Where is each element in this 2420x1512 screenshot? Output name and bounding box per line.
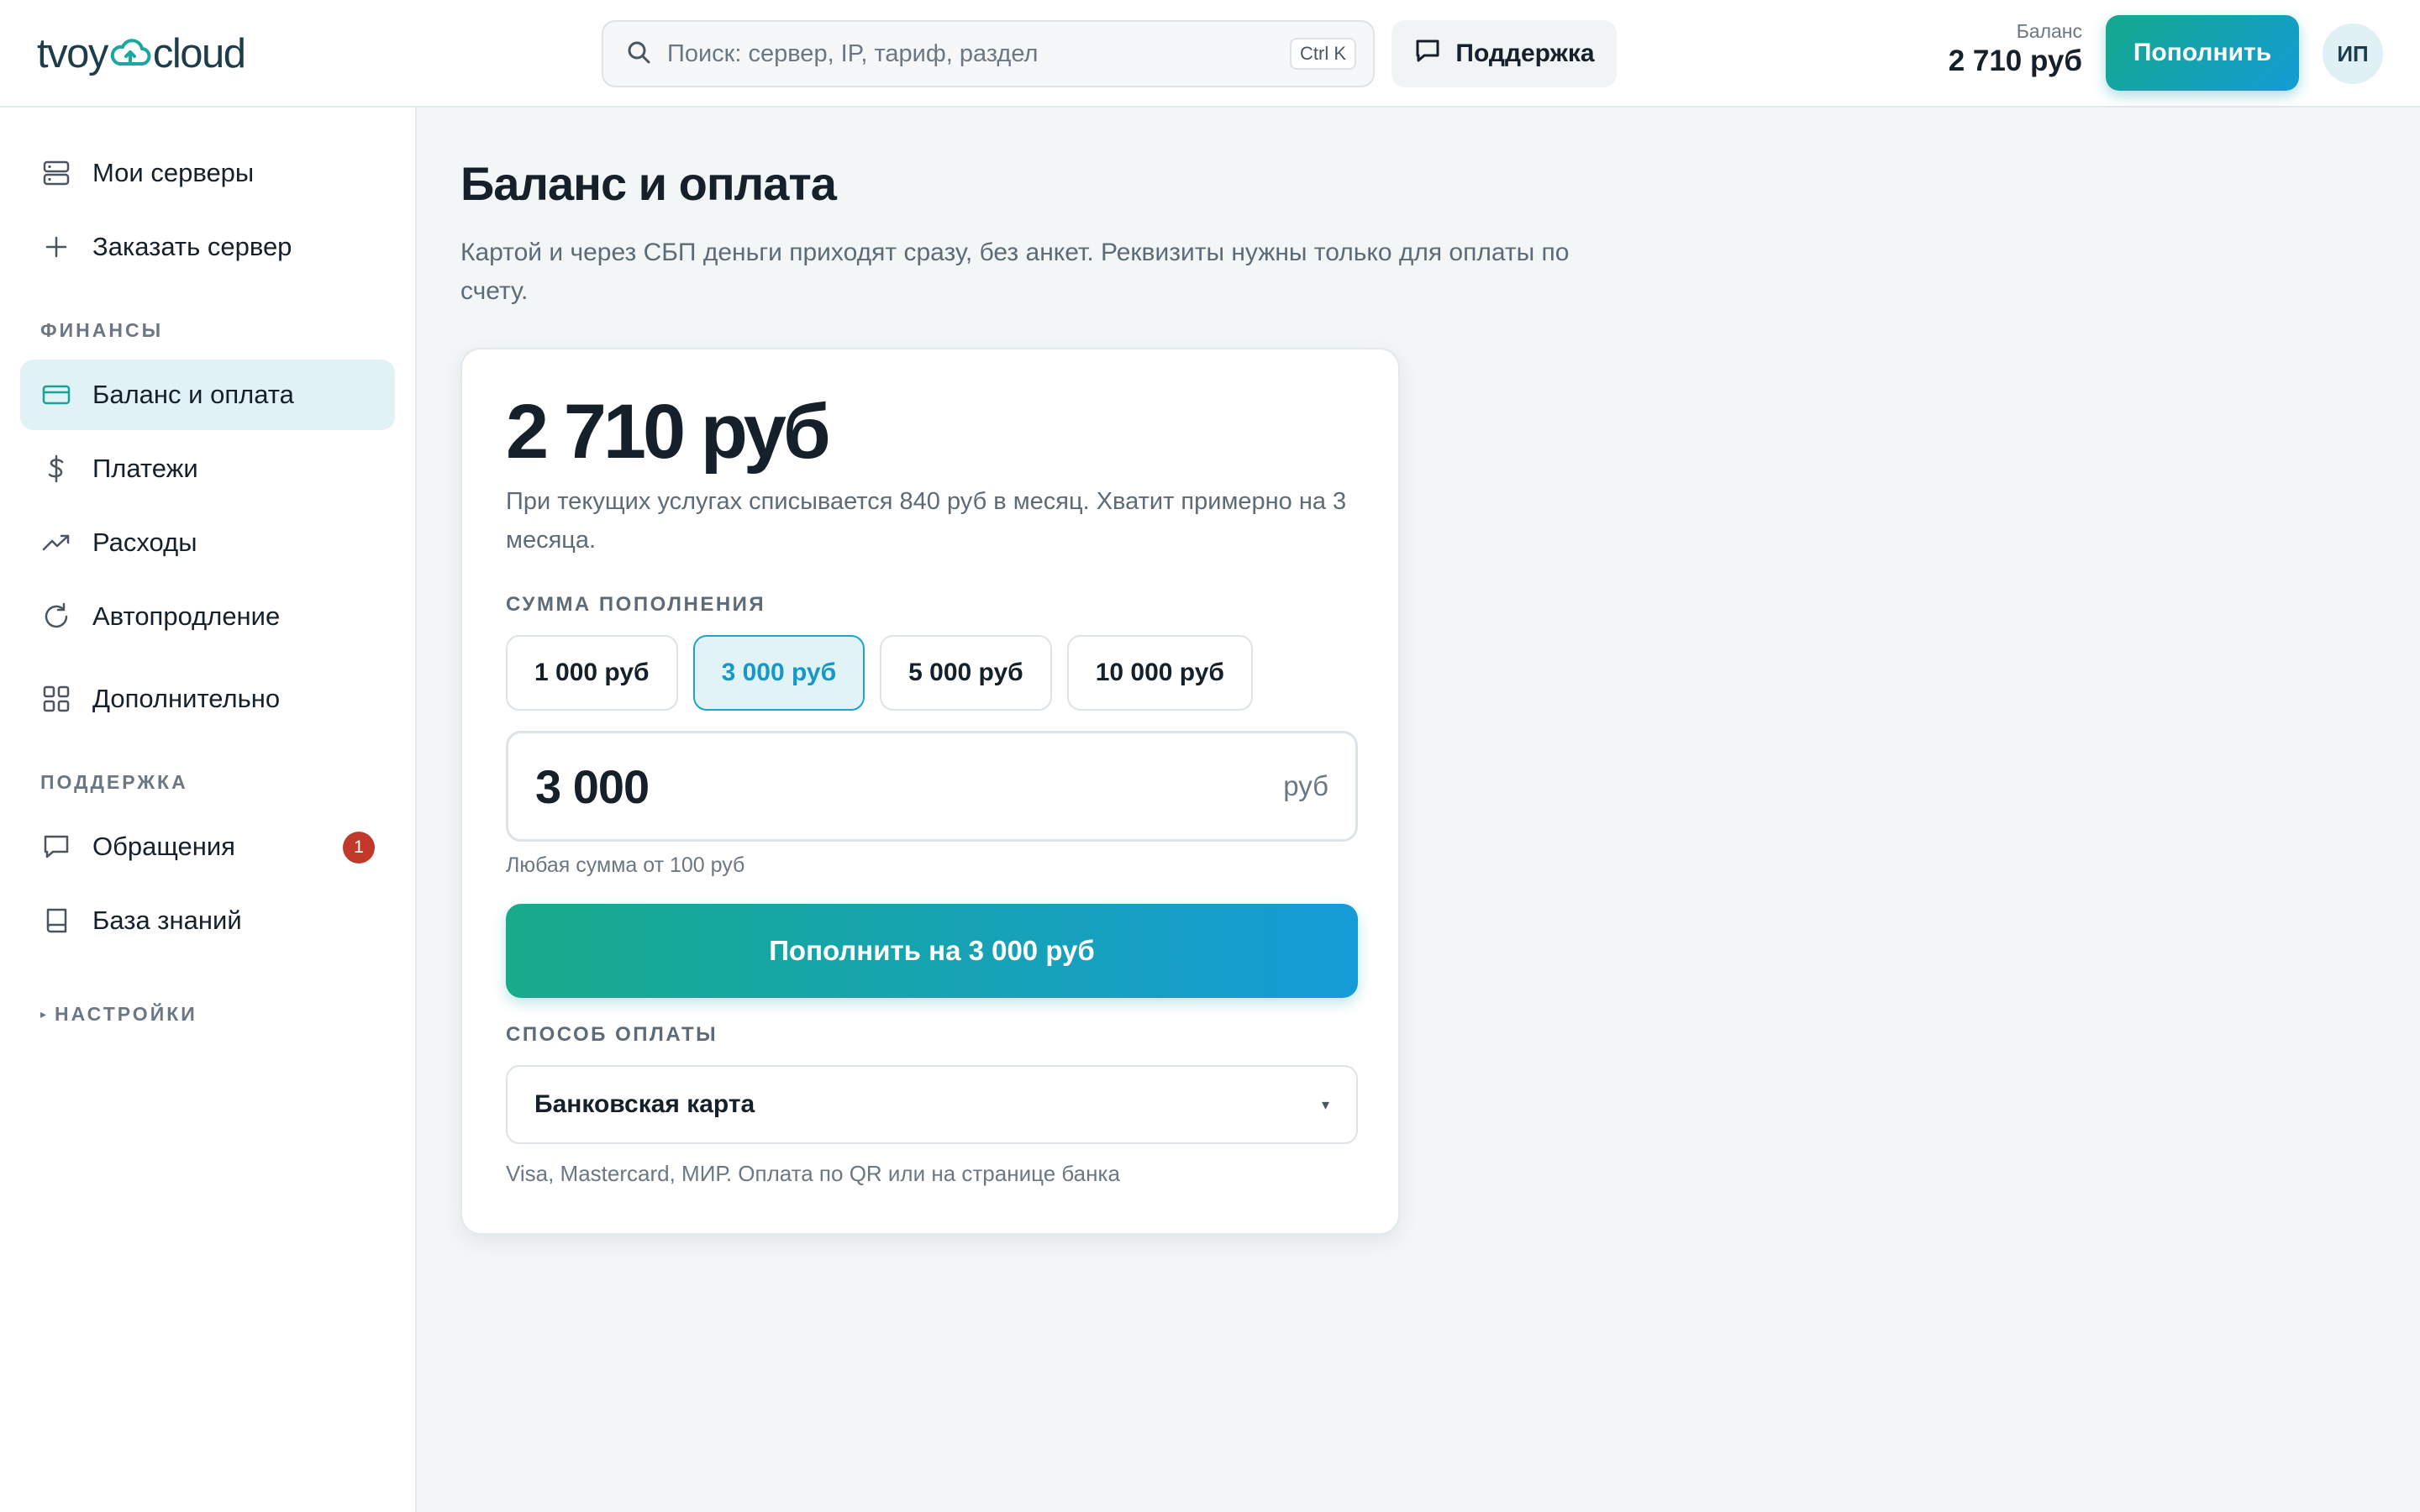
sidebar-item-label: База знаний xyxy=(92,906,242,935)
amount-input-value: 3 000 xyxy=(535,759,650,813)
sidebar-item-label: Дополнительно xyxy=(92,684,281,713)
tickets-count-badge: 1 xyxy=(343,832,375,864)
refresh-icon xyxy=(40,601,72,633)
server-icon xyxy=(40,157,72,189)
sidebar-item-order-server[interactable]: Заказать сервер xyxy=(20,212,395,282)
sidebar-item-additional[interactable]: Дополнительно xyxy=(20,664,395,734)
pay-button[interactable]: Пополнить на 3 000 руб xyxy=(506,904,1358,998)
sidebar-item-label: Расходы xyxy=(92,528,197,557)
sidebar: Мои серверы Заказать сервер ФИНАНСЫ Бала… xyxy=(0,108,417,1512)
sidebar-item-knowledge-base[interactable]: База знаний xyxy=(20,885,395,956)
cloud-logo-icon xyxy=(109,37,151,71)
payment-method-value: Банковская карта xyxy=(534,1090,755,1118)
amount-preset-5000[interactable]: 5 000 руб xyxy=(880,635,1052,711)
sidebar-item-balance[interactable]: Баланс и оплата xyxy=(20,360,395,430)
header-balance: Баланс 2 710 руб xyxy=(1949,20,2082,78)
grid-icon xyxy=(40,683,72,715)
sidebar-item-autorenew[interactable]: Автопродление xyxy=(20,581,395,652)
support-button[interactable]: Поддержка xyxy=(1392,20,1617,87)
chat-icon xyxy=(1413,36,1442,71)
search-placeholder: Поиск: сервер, IP, тариф, раздел xyxy=(667,39,1039,67)
top-header: tvoy cloud Поиск: сервер, IP, тариф, раз… xyxy=(0,0,2420,108)
amount-input-unit: руб xyxy=(1283,770,1328,801)
sidebar-item-label: Платежи xyxy=(92,454,198,483)
sidebar-item-expenses[interactable]: Расходы xyxy=(20,507,395,578)
balance-amount: 2 710 руб xyxy=(506,389,831,475)
sidebar-item-label: Автопродление xyxy=(92,601,281,631)
search-shortcut-hint: Ctrl K xyxy=(1290,38,1356,70)
balance-forecast-note: При текущих услугах списывается 840 руб … xyxy=(506,488,1347,554)
page-subtitle: Картой и через СБП деньги приходят сразу… xyxy=(460,239,1570,305)
amount-preset-1000[interactable]: 1 000 руб xyxy=(506,635,678,711)
logo-text-left: tvoy xyxy=(37,31,108,76)
sidebar-item-my-servers[interactable]: Мои серверы xyxy=(20,138,395,208)
topup-button[interactable]: Пополнить xyxy=(2106,15,2299,91)
sidebar-item-label: Заказать сервер xyxy=(92,232,292,261)
sidebar-section-finance: ФИНАНСЫ xyxy=(40,319,164,341)
avatar[interactable]: ИП xyxy=(2323,24,2383,84)
header-balance-label: Баланс xyxy=(2016,20,2082,42)
payment-method-label: СПОСОБ ОПЛАТЫ xyxy=(506,1023,718,1046)
balance-card: 2 710 руб При текущих услугах списываетс… xyxy=(460,348,1400,1235)
payment-method-select[interactable]: Банковская карта ▾ xyxy=(506,1065,1358,1144)
amount-input[interactable]: 3 000 руб xyxy=(506,731,1358,842)
sidebar-item-label: Обращения xyxy=(92,832,235,861)
search-input[interactable]: Поиск: сервер, IP, тариф, раздел Ctrl K xyxy=(602,20,1375,87)
amount-hint: Любая сумма от 100 руб xyxy=(506,853,745,877)
sidebar-item-label: Баланс и оплата xyxy=(92,380,294,409)
trend-icon xyxy=(40,527,72,559)
header-balance-value: 2 710 руб xyxy=(1948,45,2082,77)
page-title: Баланс и оплата xyxy=(460,157,837,210)
card-icon xyxy=(40,379,72,411)
amount-preset-10000[interactable]: 10 000 руб xyxy=(1066,635,1253,711)
settings-section-label: НАСТРОЙКИ xyxy=(55,1003,197,1025)
sidebar-item-tickets[interactable]: Обращения 1 xyxy=(20,811,395,882)
payment-method-hint: Visa, Mastercard, МИР. Оплата по QR или … xyxy=(506,1161,1120,1186)
chevron-down-icon: ▾ xyxy=(1321,1095,1329,1113)
sidebar-section-support: ПОДДЕРЖКА xyxy=(40,771,188,793)
dollar-icon xyxy=(40,453,72,485)
logo-text-right: cloud xyxy=(152,31,246,76)
support-button-label: Поддержка xyxy=(1455,39,1595,67)
book-icon xyxy=(40,905,72,937)
search-icon xyxy=(625,39,652,70)
chat-icon xyxy=(40,831,72,863)
sidebar-item-payments[interactable]: Платежи xyxy=(20,433,395,504)
amount-preset-3000[interactable]: 3 000 руб xyxy=(692,635,865,711)
amount-section-label: СУММА ПОПОЛНЕНИЯ xyxy=(506,593,766,616)
logo[interactable]: tvoy cloud xyxy=(37,30,246,77)
sidebar-section-settings[interactable]: ▸ НАСТРОЙКИ xyxy=(40,1003,197,1026)
plus-icon xyxy=(40,231,72,263)
sidebar-item-label: Мои серверы xyxy=(92,158,255,187)
amount-presets: 1 000 руб 3 000 руб 5 000 руб 10 000 руб xyxy=(506,635,1253,711)
caret-right-icon: ▸ xyxy=(40,1007,47,1021)
